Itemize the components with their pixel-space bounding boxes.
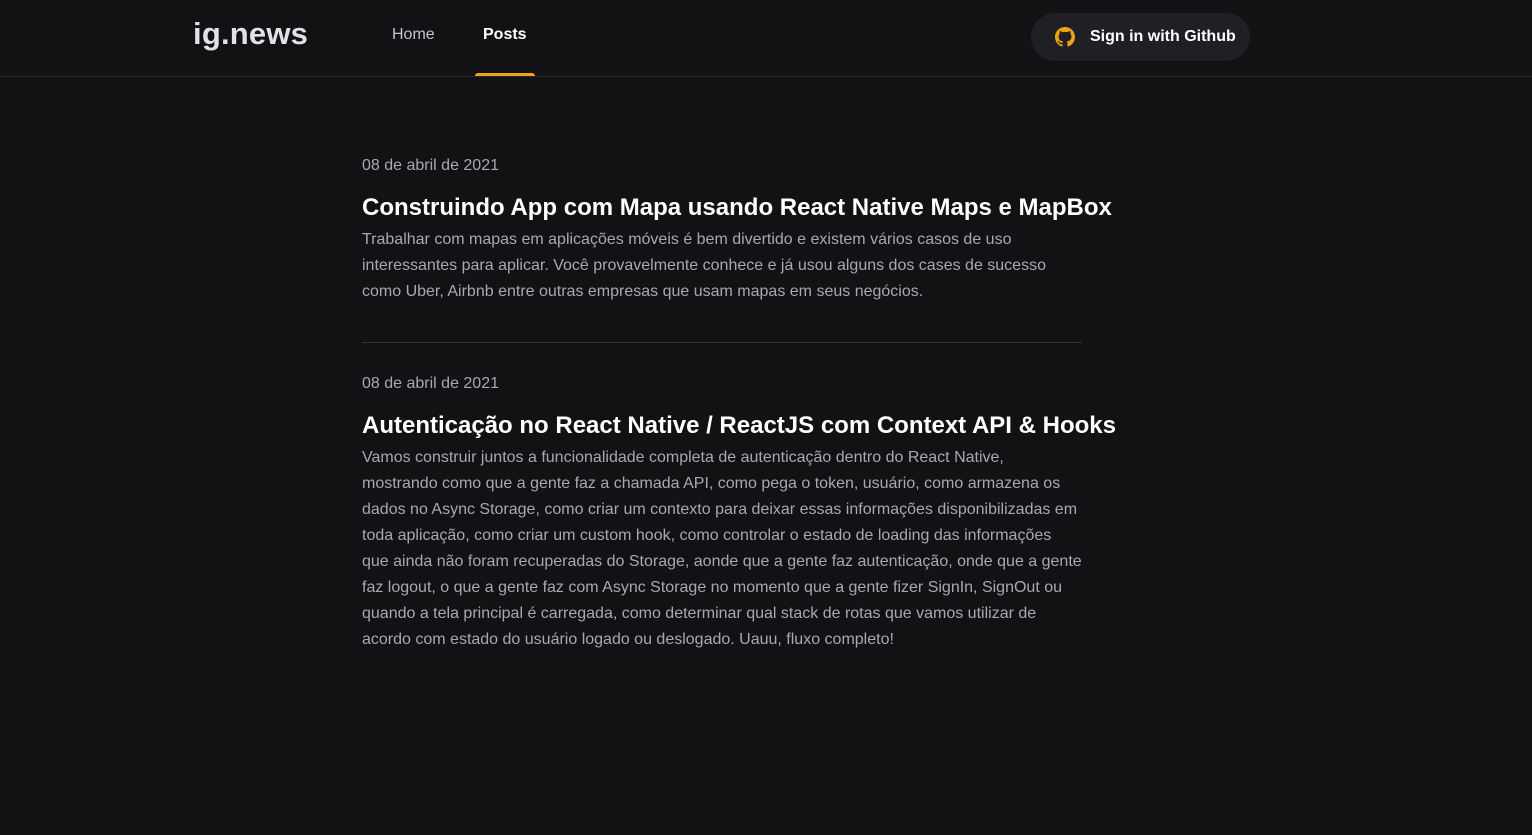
post-divider (362, 342, 1082, 343)
post-date: 08 de abril de 2021 (362, 157, 499, 174)
header: ig.news Home Posts Sign in with Github (0, 0, 1532, 77)
sign-in-github-button[interactable]: Sign in with Github (1031, 13, 1250, 61)
post-title: Construindo App com Mapa usando React Na… (362, 194, 1112, 221)
github-icon (1055, 27, 1075, 47)
sign-in-label: Sign in with Github (1090, 28, 1236, 45)
nav-link-home[interactable]: Home (392, 26, 435, 76)
post-title: Autenticação no React Native / ReactJS c… (362, 412, 1116, 439)
active-nav-indicator (475, 73, 535, 76)
nav-link-posts-label: Posts (483, 26, 527, 43)
post-item[interactable]: 08 de abril de 2021 Autenticação no Reac… (362, 375, 1116, 653)
post-excerpt: Vamos construir juntos a funcionalidade … (362, 449, 1082, 648)
logo: ig.news (193, 16, 309, 51)
nav-link-posts[interactable]: Posts (475, 26, 535, 76)
post-item[interactable]: 08 de abril de 2021 Construindo App com … (362, 157, 1112, 305)
post-excerpt: Trabalhar com mapas em aplicações móveis… (362, 231, 1046, 300)
post-date: 08 de abril de 2021 (362, 375, 499, 392)
